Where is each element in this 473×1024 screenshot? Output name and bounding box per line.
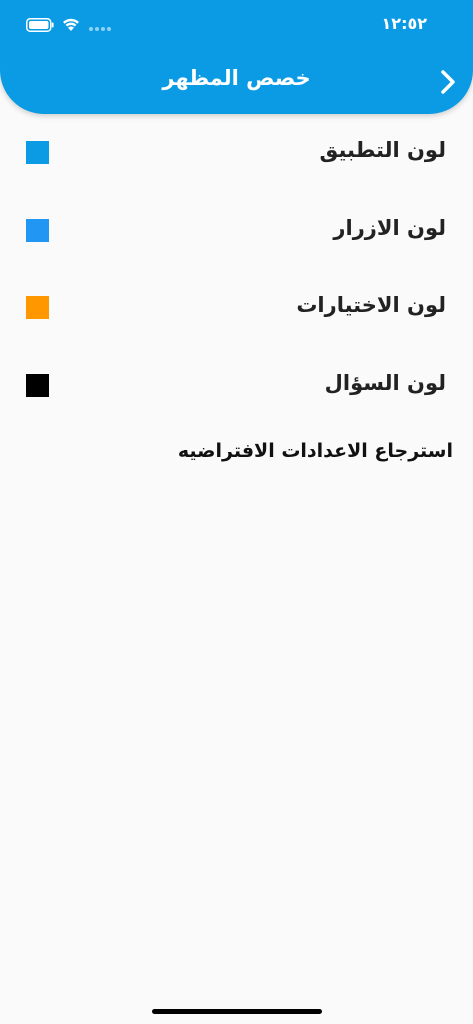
back-button[interactable] <box>433 66 463 98</box>
choices-color-swatch[interactable] <box>26 296 49 319</box>
reset-defaults-label: استرجاع الاعدادات الافتراضيه <box>177 440 453 462</box>
question-color-row[interactable]: لون السؤال <box>0 357 473 417</box>
reset-defaults-button[interactable]: استرجاع الاعدادات الافتراضيه <box>0 426 473 476</box>
choices-color-label: لون الاختيارات <box>296 293 446 317</box>
app-color-swatch[interactable] <box>26 141 49 164</box>
app-bar: ١٢:٥٢ خصص المظهر <box>0 0 473 114</box>
chevron-right-icon <box>441 70 455 94</box>
app-color-label: لون التطبيق <box>319 138 446 162</box>
buttons-color-row[interactable]: لون الازرار <box>0 202 473 262</box>
wifi-icon <box>63 18 79 31</box>
question-color-label: لون السؤال <box>324 371 446 395</box>
buttons-color-label: لون الازرار <box>333 216 446 240</box>
question-color-swatch[interactable] <box>26 374 49 397</box>
status-bar: ١٢:٥٢ <box>0 0 473 50</box>
buttons-color-swatch[interactable] <box>26 219 49 242</box>
signal-icon <box>89 27 111 31</box>
battery-icon <box>26 18 54 32</box>
page-title: خصص المظهر <box>162 66 311 90</box>
status-time: ١٢:٥٢ <box>381 14 427 33</box>
home-indicator <box>152 1009 322 1014</box>
choices-color-row[interactable]: لون الاختيارات <box>0 279 473 339</box>
app-color-row[interactable]: لون التطبيق <box>0 124 473 184</box>
